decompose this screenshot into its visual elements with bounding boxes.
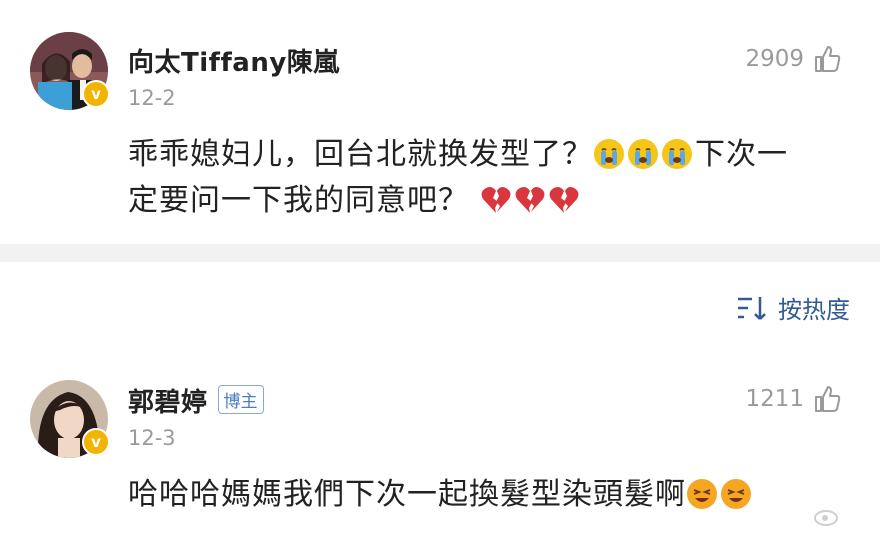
comment-date: 12-2 — [128, 86, 176, 110]
avatar[interactable]: v — [30, 32, 110, 110]
watermark — [814, 506, 840, 526]
verified-badge-icon: v — [82, 428, 110, 456]
like-count: 2909 — [745, 46, 804, 72]
sort-by-heat-button[interactable]: 按热度 — [736, 290, 850, 325]
comment-card: 按热度 v 郭碧婷 博主 12-3 1211 哈哈哈媽媽我們下次一起換髮型染頭髮啊 — [0, 262, 880, 536]
broken-heart-icon — [515, 187, 545, 213]
like-button[interactable]: 1211 — [745, 384, 842, 414]
comment-date: 12-3 — [128, 426, 176, 450]
username[interactable]: 向太Tiffany陳嵐 — [128, 42, 340, 79]
like-button[interactable]: 2909 — [745, 44, 842, 74]
thumbs-up-icon — [815, 386, 841, 412]
sort-lines-icon — [738, 296, 766, 320]
crying-face-icon — [594, 139, 624, 169]
laughing-face-icon — [721, 479, 751, 509]
blogger-badge: 博主 — [217, 385, 264, 414]
sort-label: 按热度 — [778, 296, 850, 324]
comment-text: 哈哈哈媽媽我們下次一起換髮型染頭髮啊 — [128, 472, 868, 518]
avatar[interactable]: v — [30, 380, 110, 458]
weibo-logo-icon — [814, 510, 838, 526]
verified-badge-icon: v — [82, 80, 110, 108]
laughing-face-icon — [687, 479, 717, 509]
broken-heart-icon — [549, 187, 579, 213]
username[interactable]: 郭碧婷 博主 — [128, 382, 264, 419]
crying-face-icon — [662, 139, 692, 169]
comment-card: v 向太Tiffany陳嵐 12-2 2909 乖乖媳妇儿，回台北就换发型了？下… — [0, 0, 880, 244]
broken-heart-icon — [481, 187, 511, 213]
like-count: 1211 — [745, 386, 804, 412]
crying-face-icon — [628, 139, 658, 169]
comment-text: 乖乖媳妇儿，回台北就换发型了？ 下次一 定要问一下我的同意吧？ — [128, 137, 788, 218]
thumbs-up-icon — [815, 46, 841, 72]
